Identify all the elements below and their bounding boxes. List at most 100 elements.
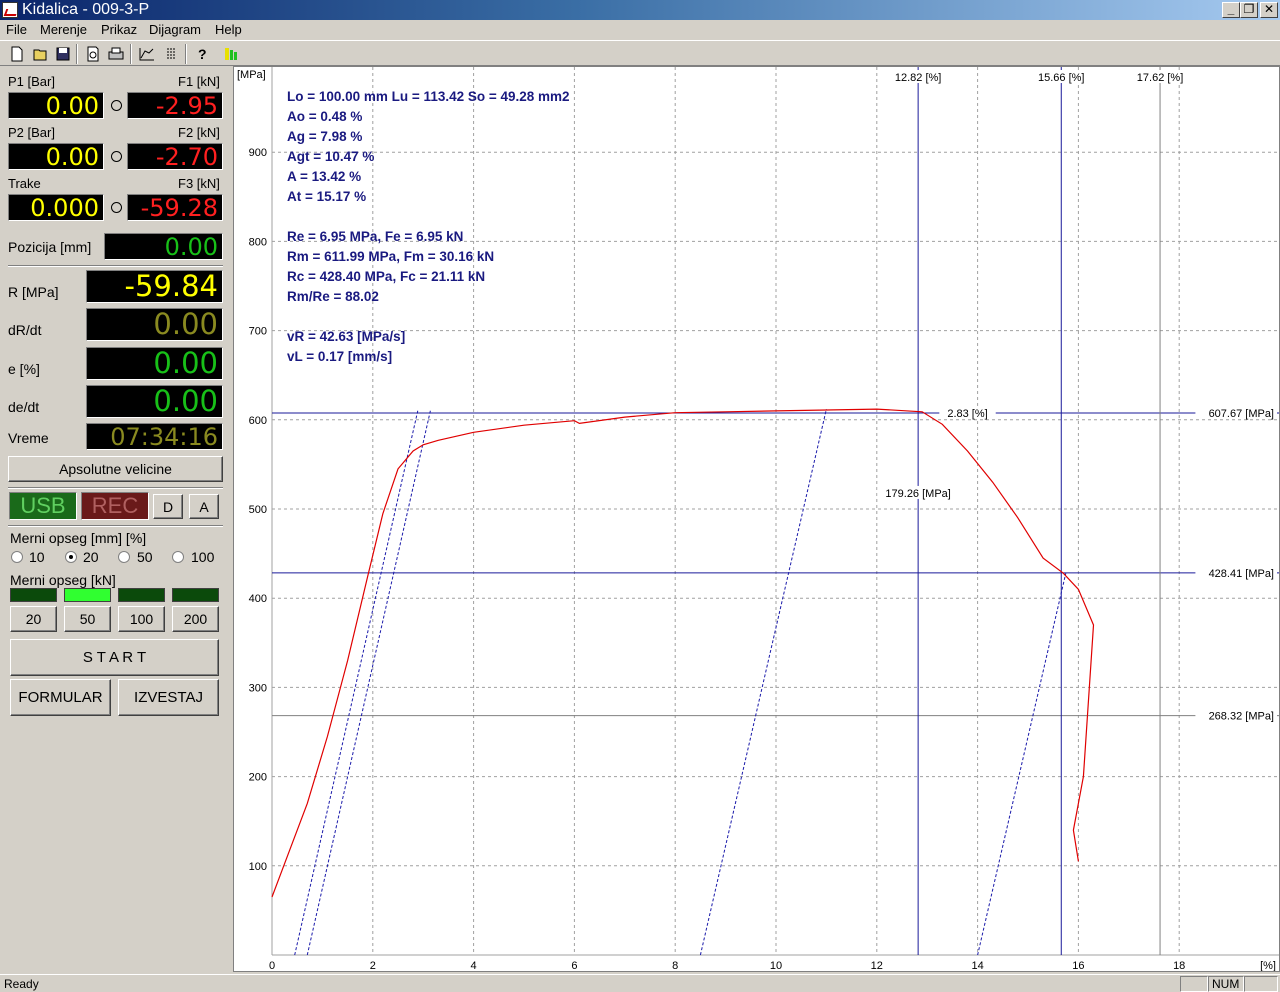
p1-indicator <box>111 100 122 111</box>
radio-label: 50 <box>137 549 153 565</box>
status-bar: Ready NUM <box>0 974 1280 992</box>
radio-button[interactable] <box>11 551 23 563</box>
x-tick-label: 6 <box>571 960 577 971</box>
new-icon[interactable] <box>6 44 28 64</box>
trake-indicator <box>111 202 122 213</box>
menu-prikaz[interactable]: Prikaz <box>101 22 137 37</box>
y-tick-label: 100 <box>249 861 267 873</box>
stats-line: Rm/Re = 88.02 <box>287 289 379 304</box>
svg-text:?: ? <box>198 46 207 62</box>
izvestaj-button[interactable]: IZVESTAJ <box>118 679 219 716</box>
stress-strain-curve <box>271 408 1095 898</box>
pozicija-label: Pozicija [mm] <box>8 239 92 255</box>
f3-label: F3 [kN] <box>178 176 220 191</box>
y-tick-label: 400 <box>249 593 267 605</box>
p1-display: 0.00 <box>8 92 104 119</box>
print-preview-icon[interactable] <box>82 44 104 64</box>
p2-indicator <box>111 151 122 162</box>
signal-icon[interactable] <box>220 44 242 64</box>
y-tick-label: 900 <box>249 147 267 159</box>
merni-mm-label: Merni opseg [mm] [%] <box>10 530 147 546</box>
rec-indicator: REC <box>81 492 149 520</box>
f1-label: F1 [kN] <box>178 74 220 89</box>
radio-button[interactable] <box>172 551 184 563</box>
range-led-50 <box>64 588 111 602</box>
x-tick-label: 12 <box>871 960 883 971</box>
restore-button[interactable]: ❐ <box>1240 2 1258 18</box>
annotation: 2.83 [%] <box>947 408 987 420</box>
stats-line: Rc = 428.40 MPa, Fc = 21.11 kN <box>287 269 485 284</box>
dedt-label: de/dt <box>8 399 40 415</box>
range-led-20 <box>10 588 57 602</box>
range-button-50[interactable]: 50 <box>64 606 111 632</box>
unloading-line <box>977 573 1067 956</box>
drdt-label: dR/dt <box>8 322 42 338</box>
p2-display: 0.00 <box>8 143 104 170</box>
h-marker-label: 607.67 [MPa] <box>1209 408 1274 420</box>
y-tick-label: 800 <box>249 236 267 248</box>
f1-display: -2.95 <box>127 92 223 119</box>
open-icon[interactable] <box>30 44 52 64</box>
menu-help[interactable]: Help <box>215 22 242 37</box>
range-led-100 <box>118 588 165 602</box>
v-marker-label: 15.66 [%] <box>1038 72 1084 84</box>
f3-display: -59.28 <box>127 194 223 221</box>
e-label: e [%] <box>8 361 40 377</box>
save-icon[interactable] <box>52 44 74 64</box>
menu-dijagram[interactable]: Dijagram <box>149 22 201 37</box>
drdt-display: 0.00 <box>86 308 223 341</box>
menu-bar: File Merenje Prikaz Dijagram Help <box>0 20 1280 40</box>
x-tick-label: 14 <box>971 960 983 971</box>
chart-icon[interactable] <box>136 44 158 64</box>
usb-indicator: USB <box>9 492 77 520</box>
divider <box>8 525 223 527</box>
stats-line: Ag = 7.98 % <box>287 129 362 144</box>
status-cell <box>1180 976 1208 992</box>
radio-button[interactable] <box>118 551 130 563</box>
vreme-label: Vreme <box>8 430 49 446</box>
a-button[interactable]: A <box>189 494 219 519</box>
menu-file[interactable]: File <box>6 22 27 37</box>
d-button[interactable]: D <box>153 494 183 519</box>
unloading-line <box>306 408 432 956</box>
start-button[interactable]: S T A R T <box>10 639 219 676</box>
minimize-button[interactable]: _ <box>1222 2 1240 18</box>
app-icon <box>2 2 18 18</box>
x-tick-label: 2 <box>370 960 376 971</box>
x-tick-label: 10 <box>770 960 782 971</box>
dedt-display: 0.00 <box>86 385 223 418</box>
radio-label: 20 <box>83 549 99 565</box>
divider <box>8 265 223 267</box>
trake-label: Trake <box>8 176 41 191</box>
r-label: R [MPa] <box>8 284 59 300</box>
y-tick-label: 300 <box>249 682 267 694</box>
num-indicator: NUM <box>1208 976 1244 992</box>
range-button-200[interactable]: 200 <box>172 606 219 632</box>
stats-line: At = 15.17 % <box>287 189 366 204</box>
pozicija-display: 0.00 <box>104 233 223 260</box>
close-button[interactable]: ✕ <box>1260 2 1278 18</box>
print-icon[interactable] <box>105 44 127 64</box>
stats-line: Re = 6.95 MPa, Fe = 6.95 kN <box>287 229 463 244</box>
legend-icon[interactable] <box>160 44 182 64</box>
tensile-chart[interactable]: 0 2 4 6 8 10 12 14 16 18 100 200 300 400 500 600 700 800 9… <box>234 67 1279 971</box>
range-button-100[interactable]: 100 <box>118 606 165 632</box>
radio-label: 10 <box>29 549 45 565</box>
menu-merenje[interactable]: Merenje <box>40 22 87 37</box>
window-title: Kidalica - 009-3-P <box>22 1 150 18</box>
x-tick-label: 4 <box>471 960 477 971</box>
x-tick-label: 0 <box>269 960 275 971</box>
p2-label: P2 [Bar] <box>8 125 55 140</box>
formular-button[interactable]: FORMULAR <box>10 679 111 716</box>
stats-line: Rm = 611.99 MPa, Fm = 30.16 kN <box>287 249 494 264</box>
x-tick-label: 18 <box>1173 960 1185 971</box>
radio-button[interactable] <box>65 551 77 563</box>
range-button-20[interactable]: 20 <box>10 606 57 632</box>
stats-line: Ao = 0.48 % <box>287 109 362 124</box>
f2-display: -2.70 <box>127 143 223 170</box>
help-icon[interactable]: ? <box>191 44 213 64</box>
merni-kn-label: Merni opseg [kN] <box>10 572 116 588</box>
v-marker-label: 17.62 [%] <box>1137 72 1183 84</box>
apsolutne-button[interactable]: Apsolutne velicine <box>8 456 223 482</box>
unloading-line <box>699 408 827 956</box>
